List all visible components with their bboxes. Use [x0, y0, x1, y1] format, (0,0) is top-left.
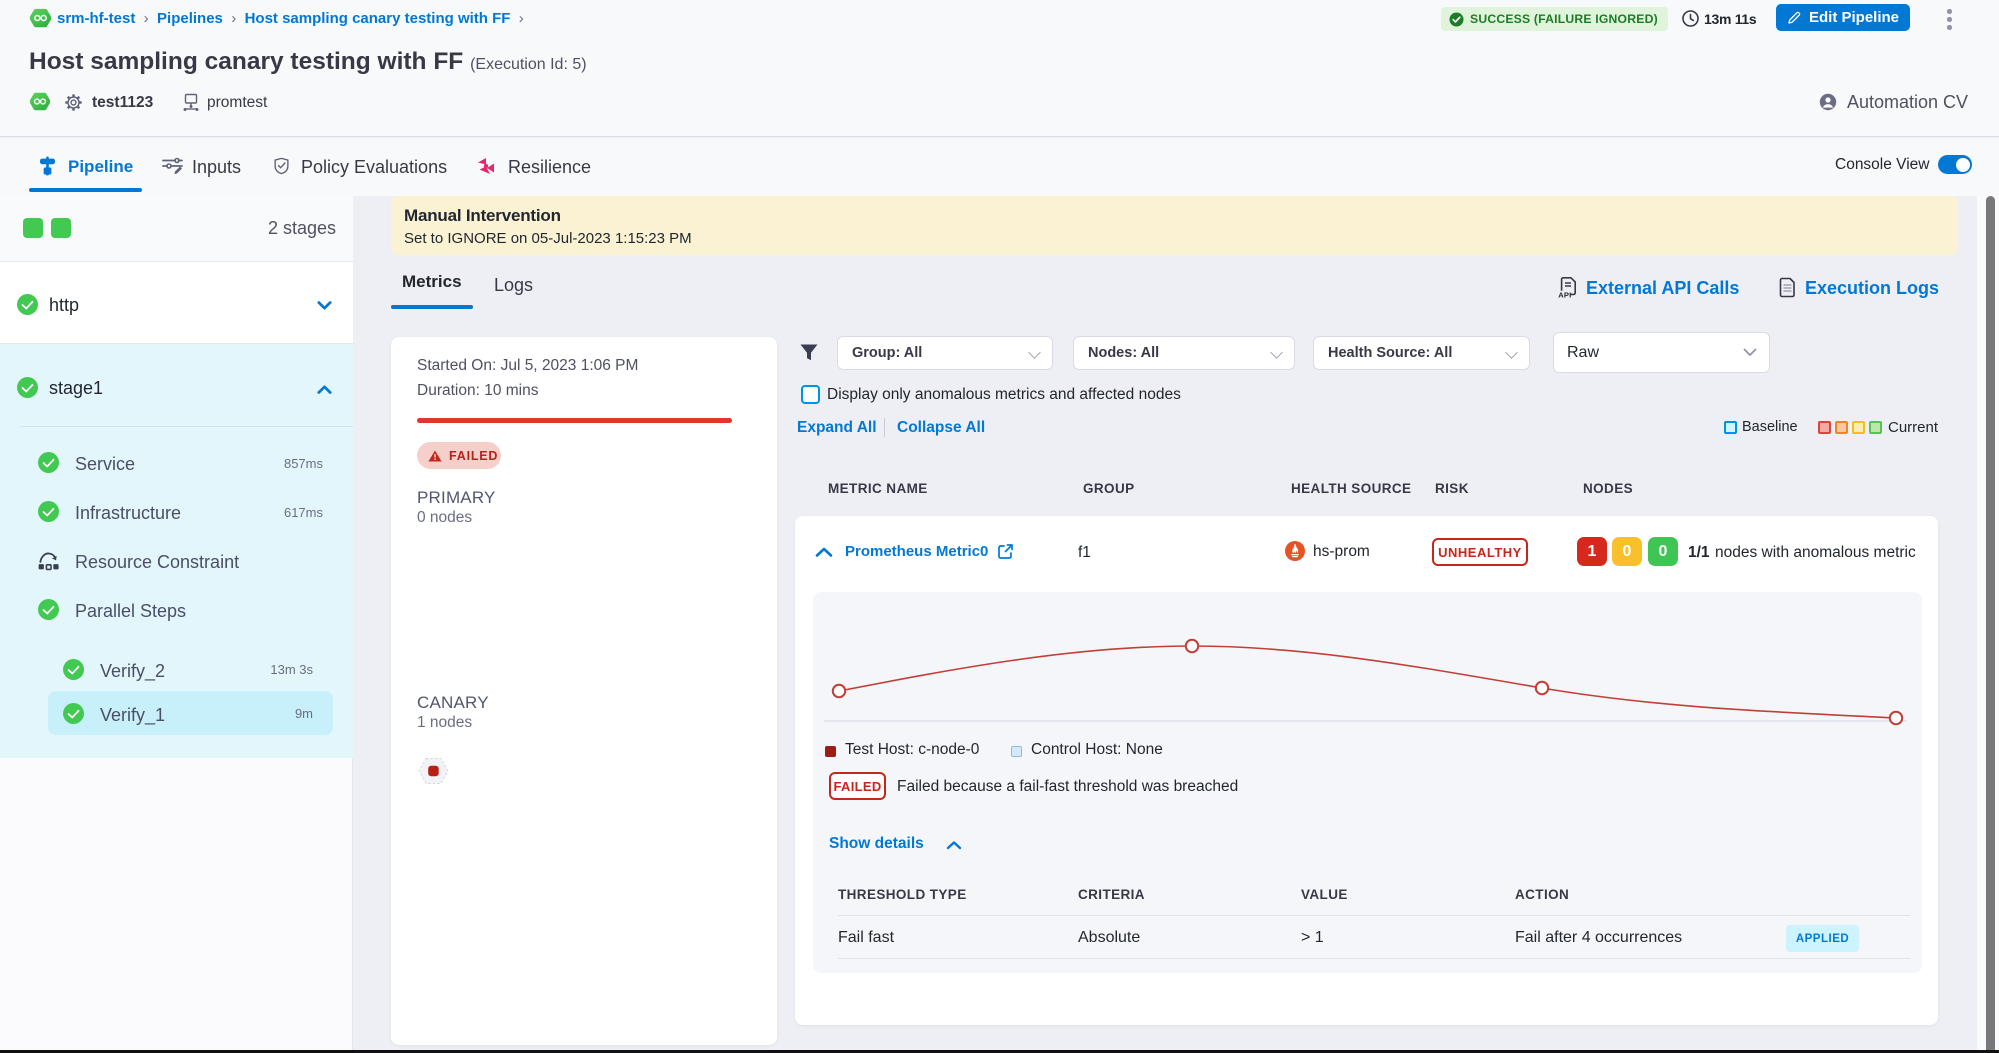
- svg-text:API: API: [1558, 291, 1571, 298]
